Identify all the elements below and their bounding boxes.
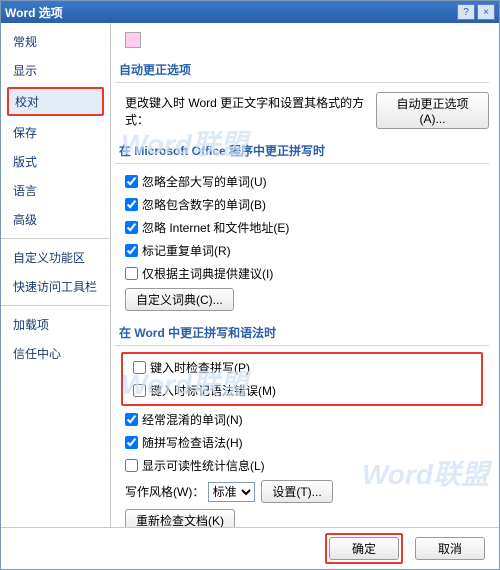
sidebar-item-layout[interactable]: 版式	[1, 147, 110, 176]
footer: 确定 取消	[1, 527, 499, 569]
sidebar-item-advanced[interactable]: 高级	[1, 205, 110, 234]
section-office-spell: 在 Microsoft Office 程序中更正拼写时	[115, 132, 489, 164]
lbl-main-dict: 仅根据主词典提供建议(I)	[142, 265, 273, 282]
sidebar-item-proofing[interactable]: 校对	[7, 87, 104, 116]
close-button[interactable]: ×	[477, 4, 495, 20]
lbl-mark-grammar: 键入时标记语法错误(M)	[150, 382, 276, 399]
sidebar-item-display[interactable]: 显示	[1, 56, 110, 85]
chk-flag-repeat[interactable]	[125, 244, 138, 257]
ok-button[interactable]: 确定	[329, 537, 399, 560]
chk-readability[interactable]	[125, 459, 138, 472]
help-button[interactable]: ?	[457, 4, 475, 20]
chk-ignore-internet[interactable]	[125, 221, 138, 234]
lbl-check-spelling: 键入时检查拼写(P)	[150, 359, 250, 376]
section-word-spell: 在 Word 中更正拼写和语法时	[115, 314, 489, 346]
lbl-ignore-internet: 忽略 Internet 和文件地址(E)	[142, 219, 289, 236]
titlebar: Word 选项 ? ×	[1, 1, 499, 23]
lbl-with-grammar: 随拼写检查语法(H)	[142, 434, 243, 451]
chk-mark-grammar[interactable]	[133, 384, 146, 397]
sidebar-item-trust[interactable]: 信任中心	[1, 339, 110, 368]
lbl-ignore-uppercase: 忽略全部大写的单词(U)	[142, 173, 267, 190]
writing-style-select[interactable]: 标准	[208, 482, 255, 502]
lbl-flag-repeat: 标记重复单词(R)	[142, 242, 231, 259]
content-panel: Word联盟 Word联盟 Word联盟 自动更正选项 更改键入时 Word 更…	[111, 23, 499, 527]
lbl-confused: 经常混淆的单词(N)	[142, 411, 243, 428]
chk-check-spelling[interactable]	[133, 361, 146, 374]
chk-with-grammar[interactable]	[125, 436, 138, 449]
sidebar-item-general[interactable]: 常规	[1, 27, 110, 56]
chk-confused[interactable]	[125, 413, 138, 426]
sidebar-item-language[interactable]: 语言	[1, 176, 110, 205]
section-autocorrect: 自动更正选项	[115, 51, 489, 83]
sidebar-item-customize-ribbon[interactable]: 自定义功能区	[1, 243, 110, 272]
sidebar: 常规 显示 校对 保存 版式 语言 高级 自定义功能区 快速访问工具栏 加载项 …	[1, 23, 111, 527]
sidebar-item-qat[interactable]: 快速访问工具栏	[1, 272, 110, 301]
cancel-button[interactable]: 取消	[415, 537, 485, 560]
writing-style-label: 写作风格(W)：	[125, 483, 204, 500]
sidebar-item-save[interactable]: 保存	[1, 118, 110, 147]
recheck-button[interactable]: 重新检查文档(K)	[125, 509, 235, 527]
autocorrect-options-button[interactable]: 自动更正选项(A)...	[376, 92, 489, 129]
custom-dict-button[interactable]: 自定义词典(C)...	[125, 288, 234, 311]
settings-button[interactable]: 设置(T)...	[261, 480, 332, 503]
lbl-readability: 显示可读性统计信息(L)	[142, 457, 265, 474]
chk-ignore-numbers[interactable]	[125, 198, 138, 211]
autocorrect-desc: 更改键入时 Word 更正文字和设置其格式的方式：	[125, 94, 369, 128]
window-title: Word 选项	[5, 4, 455, 21]
abc-icon	[125, 32, 141, 48]
sidebar-item-addins[interactable]: 加载项	[1, 310, 110, 339]
lbl-ignore-numbers: 忽略包含数字的单词(B)	[142, 196, 266, 213]
spell-grammar-highlight: 键入时检查拼写(P) 键入时标记语法错误(M)	[121, 352, 483, 406]
chk-main-dict[interactable]	[125, 267, 138, 280]
chk-ignore-uppercase[interactable]	[125, 175, 138, 188]
ok-highlight: 确定	[325, 533, 403, 564]
